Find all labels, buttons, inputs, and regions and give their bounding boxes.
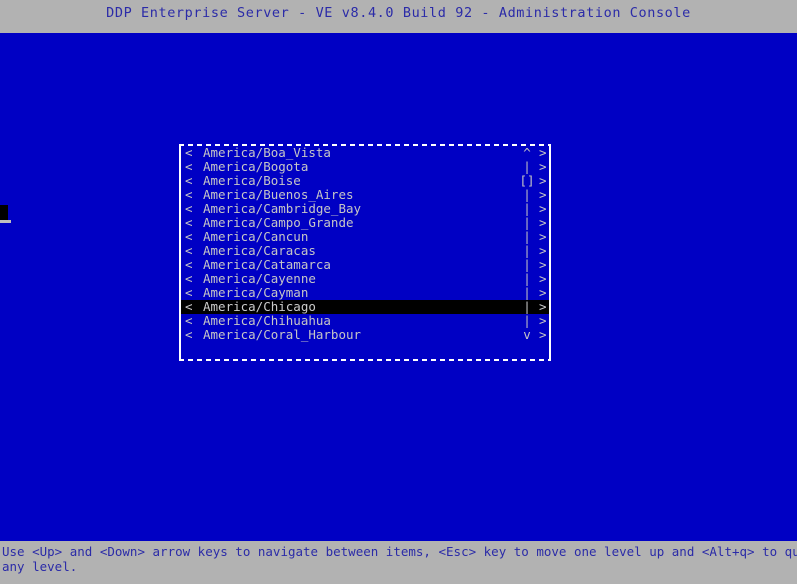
menu-item-row[interactable]: < America/Cayenne | > xyxy=(181,272,549,286)
terminal-screen: DDP Enterprise Server - VE v8.4.0 Build … xyxy=(0,0,797,584)
scrollbar-indicator[interactable]: | xyxy=(517,300,537,314)
left-arrow-icon[interactable]: < xyxy=(185,314,193,328)
scrollbar-indicator[interactable]: | xyxy=(517,244,537,258)
left-arrow-icon[interactable]: < xyxy=(185,216,193,230)
menu-item-row[interactable]: < America/Coral_Harbour v > xyxy=(181,328,549,342)
left-arrow-icon[interactable]: < xyxy=(185,300,193,314)
right-arrow-icon[interactable]: > xyxy=(539,314,547,328)
scrollbar-indicator[interactable]: [] xyxy=(517,174,537,188)
menu-item-label: America/Cayenne xyxy=(203,271,316,286)
scrollbar-indicator[interactable]: | xyxy=(517,286,537,300)
menu-item-row[interactable]: < America/Boa_Vista ^ > xyxy=(181,146,549,160)
timezone-menu-list[interactable]: < America/Boa_Vista ^ > < America/Bogota | > < Am… xyxy=(181,146,549,359)
left-arrow-icon[interactable]: < xyxy=(185,160,193,174)
menu-item-label: America/Catamarca xyxy=(203,257,331,272)
left-arrow-icon[interactable]: < xyxy=(185,328,193,342)
left-arrow-icon[interactable]: < xyxy=(185,272,193,286)
scrollbar-indicator[interactable]: | xyxy=(517,160,537,174)
status-help-line-1: Use <Up> and <Down> arrow keys to naviga… xyxy=(2,544,797,559)
left-arrow-icon[interactable]: < xyxy=(185,202,193,216)
menu-item-row[interactable]: < America/Cambridge_Bay | > xyxy=(181,202,549,216)
menu-item-label: America/Cambridge_Bay xyxy=(203,201,362,216)
right-arrow-icon[interactable]: > xyxy=(539,202,547,216)
menu-item-label: America/Buenos_Aires xyxy=(203,187,354,202)
right-arrow-icon[interactable]: > xyxy=(539,216,547,230)
status-help-line-2: any level. xyxy=(2,559,78,574)
terminal-cursor-underline xyxy=(0,220,11,223)
menu-item-label: America/Campo_Grande xyxy=(203,215,354,230)
console-canvas: < America/Boa_Vista ^ > < America/Bogota | > < Am… xyxy=(0,33,797,541)
right-arrow-icon[interactable]: > xyxy=(539,146,547,160)
scrollbar-indicator[interactable]: | xyxy=(517,272,537,286)
menu-item-row[interactable]: < America/Chihuahua | > xyxy=(181,314,549,328)
dialog-border-bottom xyxy=(179,359,551,361)
right-arrow-icon[interactable]: > xyxy=(539,300,547,314)
scrollbar-indicator[interactable]: | xyxy=(517,188,537,202)
left-arrow-icon[interactable]: < xyxy=(185,286,193,300)
menu-item-row[interactable]: < America/Catamarca | > xyxy=(181,258,549,272)
right-arrow-icon[interactable]: > xyxy=(539,244,547,258)
left-arrow-icon[interactable]: < xyxy=(185,230,193,244)
right-arrow-icon[interactable]: > xyxy=(539,188,547,202)
right-arrow-icon[interactable]: > xyxy=(539,328,547,342)
scrollbar-indicator[interactable]: v xyxy=(517,328,537,342)
menu-item-label: America/Boa_Vista xyxy=(203,146,331,160)
menu-item-row[interactable]: < America/Chicago | > xyxy=(181,300,549,314)
terminal-cursor-block xyxy=(0,205,8,220)
scrollbar-indicator[interactable]: | xyxy=(517,258,537,272)
menu-item-row[interactable]: < America/Cayman | > xyxy=(181,286,549,300)
scrollbar-indicator[interactable]: | xyxy=(517,216,537,230)
scrollbar-indicator[interactable]: | xyxy=(517,230,537,244)
left-arrow-icon[interactable]: < xyxy=(185,174,193,188)
menu-item-label: America/Chicago xyxy=(203,299,316,314)
left-arrow-icon[interactable]: < xyxy=(185,244,193,258)
dialog-border-right xyxy=(549,144,551,361)
left-arrow-icon[interactable]: < xyxy=(185,258,193,272)
title-bar: DDP Enterprise Server - VE v8.4.0 Build … xyxy=(0,0,797,33)
menu-item-row[interactable]: < America/Bogota | > xyxy=(181,160,549,174)
menu-item-label: America/Chihuahua xyxy=(203,313,331,328)
menu-item-row[interactable]: < America/Cancun | > xyxy=(181,230,549,244)
menu-item-label: America/Bogota xyxy=(203,159,309,174)
right-arrow-icon[interactable]: > xyxy=(539,174,547,188)
right-arrow-icon[interactable]: > xyxy=(539,230,547,244)
status-bar: Use <Up> and <Down> arrow keys to naviga… xyxy=(0,541,797,584)
timezone-menu-dialog: < America/Boa_Vista ^ > < America/Bogota | > < Am… xyxy=(179,144,551,361)
scrollbar-indicator[interactable]: ^ xyxy=(517,146,537,160)
scrollbar-indicator[interactable]: | xyxy=(517,314,537,328)
window-title: DDP Enterprise Server - VE v8.4.0 Build … xyxy=(106,5,691,21)
menu-item-label: America/Caracas xyxy=(203,243,316,258)
scrollbar-indicator[interactable]: | xyxy=(517,202,537,216)
left-arrow-icon[interactable]: < xyxy=(185,188,193,202)
menu-item-row[interactable]: < America/Caracas | > xyxy=(181,244,549,258)
menu-item-label: America/Coral_Harbour xyxy=(203,327,362,342)
menu-item-label: America/Cayman xyxy=(203,285,309,300)
right-arrow-icon[interactable]: > xyxy=(539,258,547,272)
menu-item-row[interactable]: < America/Boise [] > xyxy=(181,174,549,188)
menu-item-label: America/Boise xyxy=(203,173,301,188)
right-arrow-icon[interactable]: > xyxy=(539,286,547,300)
menu-item-row[interactable]: < America/Buenos_Aires | > xyxy=(181,188,549,202)
right-arrow-icon[interactable]: > xyxy=(539,160,547,174)
menu-item-row[interactable]: < America/Campo_Grande | > xyxy=(181,216,549,230)
left-arrow-icon[interactable]: < xyxy=(185,146,193,160)
menu-item-label: America/Cancun xyxy=(203,229,309,244)
right-arrow-icon[interactable]: > xyxy=(539,272,547,286)
